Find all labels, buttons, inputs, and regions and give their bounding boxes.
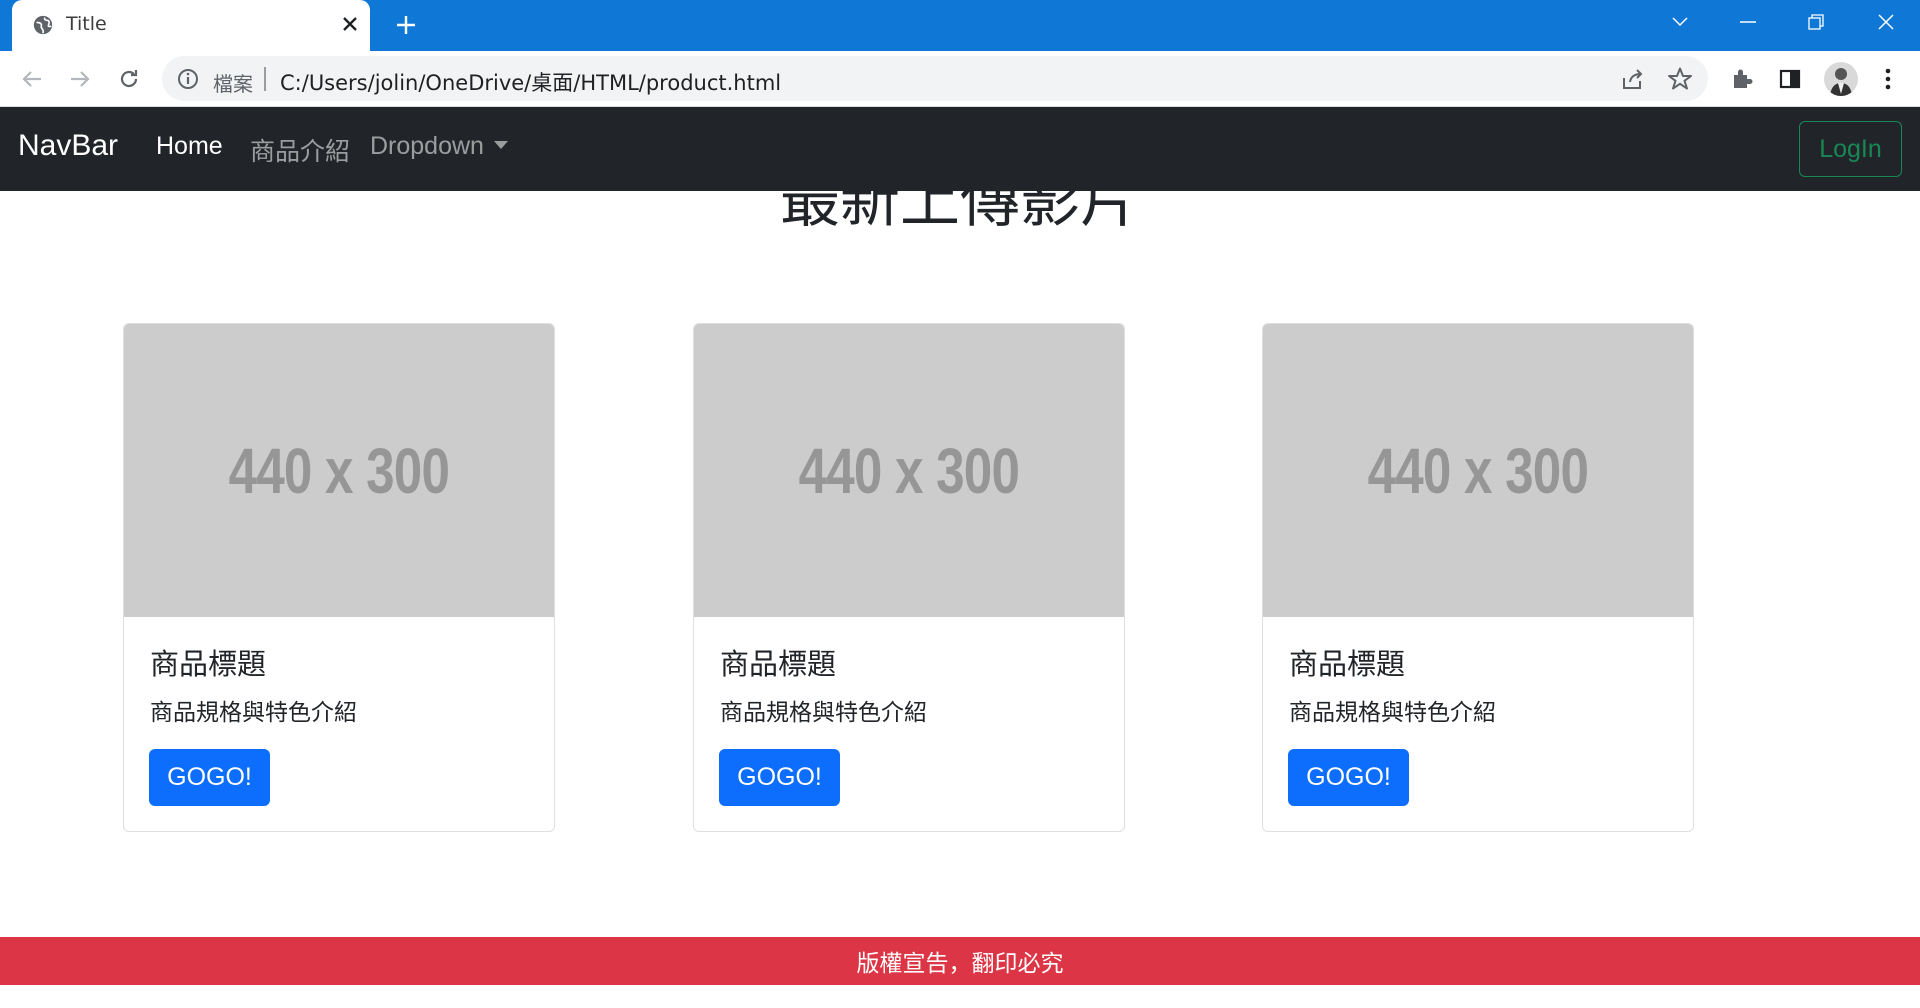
- restore-button[interactable]: [1786, 0, 1846, 44]
- address-bar[interactable]: 檔案 C:/Users/jolin/OneDrive/桌面/HTML/produ…: [162, 56, 1708, 101]
- chevron-down-icon: [1672, 17, 1688, 27]
- gogo-button[interactable]: GOGO!: [149, 749, 270, 806]
- profile-icon: [1830, 68, 1852, 96]
- close-icon: [343, 17, 357, 31]
- tab-close-button[interactable]: [336, 10, 364, 38]
- globe-icon: [33, 15, 53, 35]
- close-window-button[interactable]: [1856, 0, 1916, 44]
- address-url[interactable]: C:/Users/jolin/OneDrive/桌面/HTML/product.…: [280, 67, 781, 97]
- forward-button[interactable]: [64, 63, 96, 95]
- product-image-placeholder: 440 x 300: [694, 324, 1124, 617]
- browser-toolbar: 檔案 C:/Users/jolin/OneDrive/桌面/HTML/produ…: [0, 51, 1920, 107]
- address-separator: [264, 67, 266, 91]
- gogo-button[interactable]: GOGO!: [1288, 749, 1409, 806]
- back-button[interactable]: [16, 63, 48, 95]
- navbar-brand[interactable]: NavBar: [18, 129, 118, 163]
- footer-text: 版權宣告，翻印必究: [856, 951, 1064, 977]
- bookmark-star-icon[interactable]: [1667, 66, 1693, 92]
- product-image-placeholder: 440 x 300: [1263, 324, 1693, 617]
- info-icon[interactable]: [176, 67, 200, 91]
- site-navbar: NavBar Home 商品介紹 Dropdown LogIn: [0, 107, 1920, 191]
- copyright-footer: 版權宣告，翻印必究: [0, 937, 1920, 985]
- side-panel-icon: [1779, 69, 1801, 89]
- product-card: 440 x 300 商品標題 商品規格與特色介紹 GOGO!: [693, 323, 1125, 832]
- minimize-button[interactable]: [1718, 0, 1778, 44]
- arrow-right-icon: [71, 71, 90, 87]
- card-text: 商品規格與特色介紹: [1289, 700, 1496, 726]
- caret-down-icon: [493, 141, 508, 149]
- nav-link-home[interactable]: Home: [156, 132, 223, 161]
- minimize-icon: [1740, 21, 1756, 23]
- card-title: 商品標題: [720, 647, 837, 681]
- browser-tab[interactable]: Title: [12, 0, 370, 51]
- nav-link-products[interactable]: 商品介紹: [250, 132, 350, 168]
- more-vertical-icon: [1885, 68, 1891, 90]
- browser-menu-button[interactable]: [1872, 63, 1904, 95]
- arrow-left-icon: [22, 71, 41, 87]
- browser-tab-strip: Title: [0, 0, 1920, 51]
- card-text: 商品規格與特色介紹: [150, 700, 357, 726]
- reload-button[interactable]: [113, 63, 145, 95]
- product-card: 440 x 300 商品標題 商品規格與特色介紹 GOGO!: [1262, 323, 1694, 832]
- gogo-button[interactable]: GOGO!: [719, 749, 840, 806]
- tab-search-button[interactable]: [1650, 0, 1710, 44]
- reload-icon: [120, 70, 138, 88]
- card-title: 商品標題: [150, 647, 267, 681]
- profile-avatar[interactable]: [1824, 62, 1858, 96]
- extensions-button[interactable]: [1726, 63, 1758, 95]
- nav-dropdown-label: Dropdown: [370, 132, 484, 160]
- side-panel-button[interactable]: [1774, 63, 1806, 95]
- tab-title: Title: [66, 13, 107, 35]
- plus-icon: [397, 16, 415, 34]
- card-title: 商品標題: [1289, 647, 1406, 681]
- close-icon: [1878, 14, 1894, 30]
- product-card: 440 x 300 商品標題 商品規格與特色介紹 GOGO!: [123, 323, 555, 832]
- restore-icon: [1808, 14, 1824, 30]
- card-text: 商品規格與特色介紹: [720, 700, 927, 726]
- address-scheme: 檔案: [213, 72, 253, 96]
- nav-dropdown-toggle[interactable]: Dropdown: [370, 132, 508, 161]
- login-button[interactable]: LogIn: [1799, 121, 1902, 177]
- new-tab-button[interactable]: [390, 9, 422, 41]
- puzzle-icon: [1734, 69, 1753, 88]
- share-icon[interactable]: [1620, 66, 1646, 92]
- product-image-placeholder: 440 x 300: [124, 324, 554, 617]
